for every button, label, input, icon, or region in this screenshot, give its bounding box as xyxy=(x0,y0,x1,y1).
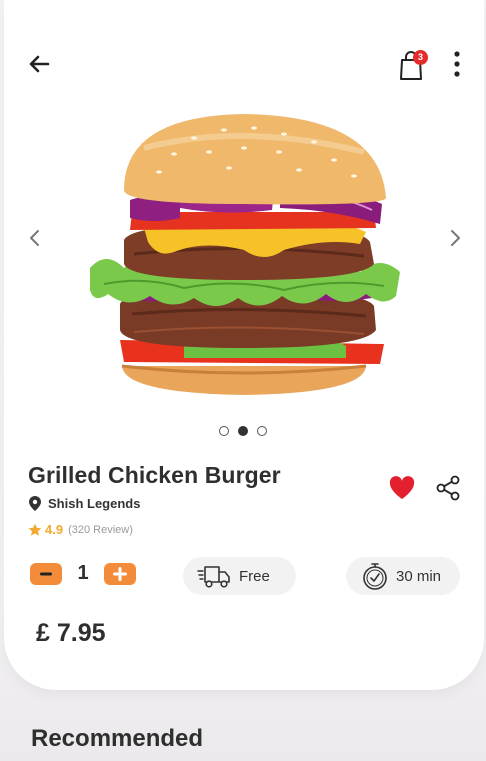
chevron-right-icon xyxy=(451,230,460,246)
product-price: £ 7.95 xyxy=(36,619,106,647)
delivery-truck-icon xyxy=(197,566,230,588)
cart-count-badge: 3 xyxy=(413,50,428,65)
quantity-value: 1 xyxy=(77,562,89,584)
share-icon xyxy=(436,475,460,501)
prep-time-info: 30 min xyxy=(346,557,460,595)
heart-icon xyxy=(389,476,415,499)
review-count: (320 Review) xyxy=(68,523,133,536)
delivery-label: Free xyxy=(239,567,270,585)
burger-image xyxy=(90,114,400,395)
previous-image-button[interactable] xyxy=(24,225,46,251)
increase-quantity-button[interactable] xyxy=(104,562,136,585)
favorite-button[interactable] xyxy=(388,474,416,502)
prep-time-label: 30 min xyxy=(396,567,442,585)
share-button[interactable] xyxy=(434,474,462,502)
product-title: Grilled Chicken Burger xyxy=(28,462,281,488)
decrease-quantity-button[interactable] xyxy=(30,562,62,585)
star-icon xyxy=(28,523,42,536)
quantity-stepper: 1 xyxy=(30,562,136,585)
stopwatch-icon xyxy=(363,563,387,590)
rating-row[interactable]: 4.9 (320 Review) xyxy=(28,522,133,537)
gallery-dot[interactable] xyxy=(219,426,229,436)
arrow-left-icon xyxy=(29,55,50,73)
cart-button[interactable]: 3 xyxy=(395,48,429,82)
next-image-button[interactable] xyxy=(444,225,466,251)
minus-icon xyxy=(40,572,52,575)
recommended-section-title: Recommended xyxy=(31,725,204,752)
image-gallery[interactable] xyxy=(0,100,486,400)
back-button[interactable] xyxy=(26,50,54,78)
more-vertical-icon xyxy=(454,51,460,77)
more-options-button[interactable] xyxy=(446,48,468,82)
restaurant-name: Shish Legends xyxy=(48,496,141,511)
plus-icon xyxy=(113,566,127,581)
delivery-info: Free xyxy=(183,557,296,595)
gallery-dot-active[interactable] xyxy=(238,426,248,436)
restaurant-row[interactable]: Shish Legends xyxy=(28,495,140,512)
rating-value: 4.9 xyxy=(45,522,64,537)
location-pin-icon xyxy=(29,496,41,511)
gallery-dot[interactable] xyxy=(257,426,267,436)
gallery-pagination xyxy=(219,426,267,436)
chevron-left-icon xyxy=(30,230,39,246)
